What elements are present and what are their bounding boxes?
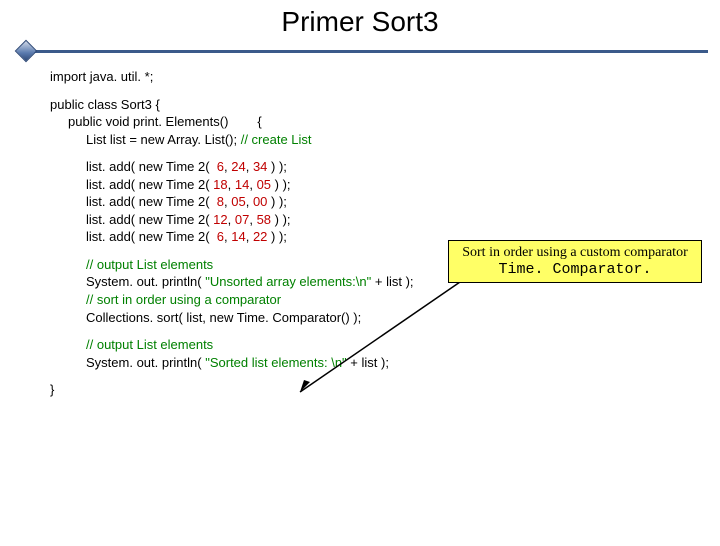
code-string: "Sorted list elements: \n" [205,355,346,370]
code-text: , [249,177,256,192]
code-string: "Unsorted array elements:\n" [205,274,371,289]
code-sort-comment: // sort in order using a comparator [50,291,720,309]
code-num: 6 [217,229,224,244]
code-num: 07 [235,212,249,227]
callout-box: Sort in order using a custom comparator … [448,240,702,283]
code-method: public void print. Elements() { [50,113,720,131]
code-num: 05 [231,194,245,209]
code-text: ) ); [267,229,287,244]
callout-text: Sort in order using a custom comparator [455,245,695,261]
code-text: , [249,212,256,227]
code-num: 14 [231,229,245,244]
code-list-decl: List list = new Array. List(); // create… [50,131,720,149]
code-text: + list ); [347,355,389,370]
code-num: 00 [253,194,267,209]
title-underline [12,44,708,58]
slide-title: Primer Sort3 [0,6,720,38]
code-import: import java. util. *; [50,68,720,86]
code-text: , [228,177,235,192]
code-num: 18 [213,177,227,192]
code-text: ) ); [267,159,287,174]
code-num: 8 [217,194,224,209]
code-num: 58 [257,212,271,227]
code-add-0: list. add( new Time 2( 6, 24, 34 ) ); [50,158,720,176]
code-num: 14 [235,177,249,192]
code-text: , [246,159,253,174]
code-num: 22 [253,229,267,244]
code-text: list. add( new Time 2( [86,177,213,192]
code-text: list. add( new Time 2( [86,212,213,227]
code-text: list. add( new Time 2( [86,229,217,244]
code-comment: // create List [241,132,312,147]
code-text: { [257,114,261,129]
code-text: , [246,194,253,209]
code-text: ) ); [267,194,287,209]
code-text: List list = new Array. List(); [86,132,241,147]
underline-bar [22,50,708,53]
code-text: , [246,229,253,244]
code-sort: Collections. sort( list, new Time. Compa… [50,309,720,327]
code-out2: System. out. println( "Sorted list eleme… [50,354,720,372]
code-class: public class Sort3 { [50,96,720,114]
code-text: , [228,212,235,227]
code-num: 05 [257,177,271,192]
code-out2-comment: // output List elements [50,336,720,354]
code-add-1: list. add( new Time 2( 18, 14, 05 ) ); [50,176,720,194]
code-text: ) ); [271,212,291,227]
code-add-3: list. add( new Time 2( 12, 07, 58 ) ); [50,211,720,229]
code-num: 6 [217,159,224,174]
code-close-brace: } [50,381,720,399]
code-text: ) ); [271,177,291,192]
diamond-icon [15,40,38,63]
code-text: + list ); [371,274,413,289]
code-text: System. out. println( [86,355,205,370]
code-num: 12 [213,212,227,227]
callout-code: Time. Comparator. [455,261,695,278]
code-num: 34 [253,159,267,174]
code-text: list. add( new Time 2( [86,194,217,209]
code-add-2: list. add( new Time 2( 8, 05, 00 ) ); [50,193,720,211]
code-block: import java. util. *; public class Sort3… [0,68,720,399]
code-text: public void print. Elements() [68,114,228,129]
code-text: list. add( new Time 2( [86,159,217,174]
code-num: 24 [231,159,245,174]
code-text: System. out. println( [86,274,205,289]
